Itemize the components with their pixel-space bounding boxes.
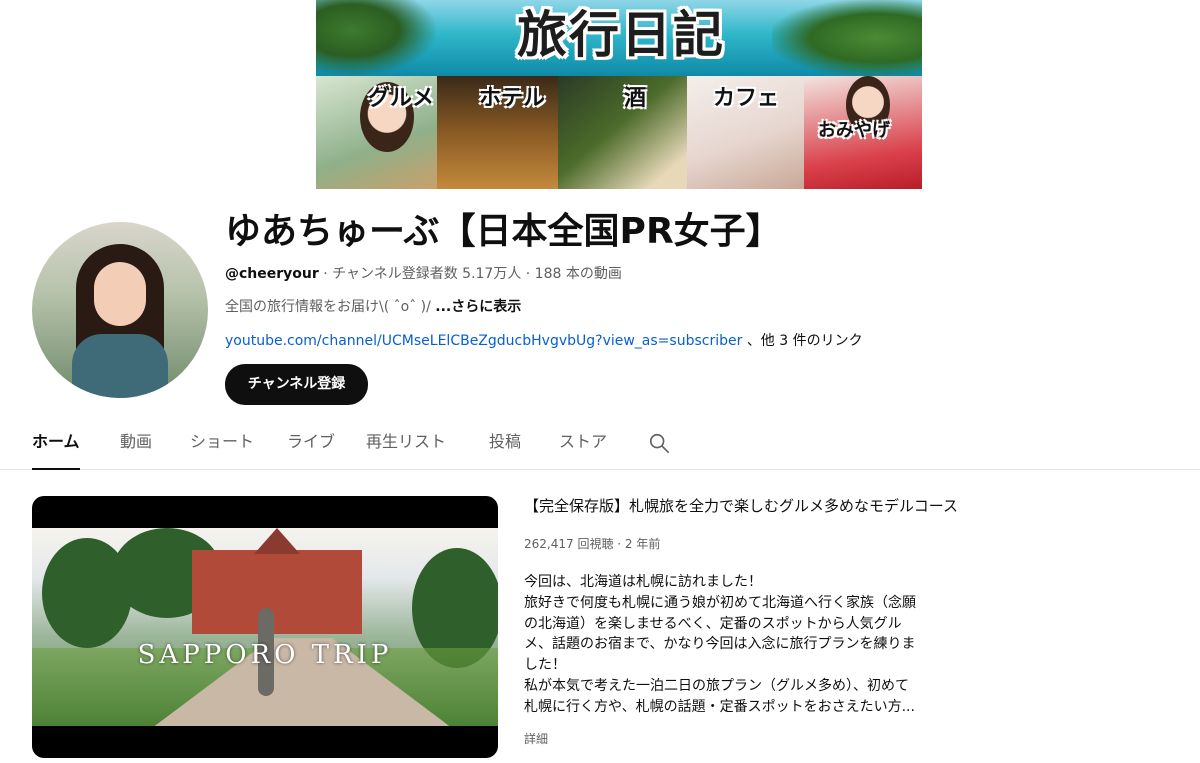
details-link[interactable]: 詳細 — [524, 730, 548, 748]
thumbnail-overlay-text: SAPPORO TRIP — [137, 640, 393, 670]
description-line: 旅好きで何度も札幌に通う娘が初めて北海道へ行く家族（念願 — [524, 594, 916, 611]
banner-panel-label: カフェ — [713, 86, 780, 111]
channel-links: youtube.com/channel/UCMseLElCBeZgducbHvg… — [225, 331, 863, 351]
description-line: した！ — [524, 657, 566, 674]
description-line: 札幌に行く方や、札幌の話題・定番スポットをおさえたい方... — [524, 698, 915, 715]
tab-home[interactable]: ホーム — [32, 420, 80, 470]
featured-video-description: 今回は、北海道は札幌に訪れました！ 旅好きで何度も札幌に通う娘が初めて北海道へ行… — [524, 572, 964, 718]
featured-video-title[interactable]: 【完全保存版】札幌旅を全力で楽しむグルメ多めなモデルコース — [524, 495, 964, 517]
banner-panel-gourmet: グルメ — [316, 76, 437, 189]
tab-videos[interactable]: 動画 — [120, 420, 152, 470]
channel-description[interactable]: 全国の旅行情報をお届け\( ˆoˆ )/ ...さらに表示 — [225, 297, 521, 317]
channel-other-links[interactable]: 、他 3 件のリンク — [747, 333, 863, 349]
featured-video-thumbnail[interactable]: SAPPORO TRIP — [32, 496, 498, 758]
tab-playlists[interactable]: 再生リスト — [366, 420, 446, 470]
channel-name: ゆあちゅーぶ【日本全国PR女子】 — [225, 211, 782, 252]
channel-meta: @cheeryour · チャンネル登録者数 5.17万人 · 188 本の動画 — [225, 264, 622, 284]
avatar-face — [94, 262, 146, 326]
description-line: 私が本気で考えた一泊二日の旅プラン（グルメ多め）、初めて — [524, 677, 909, 694]
banner-panel-label: おみやげ — [818, 120, 890, 141]
channel-avatar[interactable] — [32, 222, 208, 398]
banner-title: 旅行日記 — [517, 6, 725, 64]
thumbnail-scene: SAPPORO TRIP — [32, 528, 498, 726]
subscribe-button[interactable]: チャンネル登録 — [225, 364, 368, 405]
description-line: の北海道）を楽しませるべく、定番のスポットから人気グル — [524, 615, 902, 632]
channel-handle: @cheeryour — [225, 266, 319, 282]
avatar-outfit — [72, 334, 168, 398]
scene-building — [192, 550, 362, 634]
banner-palm-left — [316, 0, 436, 76]
banner-panel-label: 酒 — [624, 86, 647, 111]
banner-panel-cafe: カフェ — [687, 76, 804, 189]
tab-posts[interactable]: 投稿 — [489, 420, 521, 470]
search-icon[interactable] — [648, 432, 670, 454]
channel-stats: · チャンネル登録者数 5.17万人 · 188 本の動画 — [318, 266, 622, 282]
banner-panel-label: グルメ — [368, 86, 435, 111]
channel-banner: 旅行日記 グルメ ホテル 酒 カフェ おみやげ — [316, 0, 922, 189]
banner-panel-label: ホテル — [479, 86, 546, 111]
channel-link-url[interactable]: youtube.com/channel/UCMseLElCBeZgducbHvg… — [225, 333, 742, 349]
featured-video-meta: 262,417 回視聴 · 2 年前 — [524, 537, 661, 551]
banner-palm-right — [772, 0, 922, 76]
banner-photo-strip: グルメ ホテル 酒 カフェ おみやげ — [316, 76, 922, 189]
tab-live[interactable]: ライブ — [287, 420, 335, 470]
description-line: 今回は、北海道は札幌に訪れました！ — [524, 574, 762, 590]
banner-panel-souvenir: おみやげ — [804, 76, 922, 189]
tab-shorts[interactable]: ショート — [190, 420, 254, 470]
banner-panel-sake: 酒 — [558, 76, 687, 189]
channel-tabs: ホーム 動画 ショート ライブ 再生リスト 投稿 ストア — [0, 420, 1200, 470]
show-more-link[interactable]: ...さらに表示 — [435, 299, 521, 315]
channel-description-text: 全国の旅行情報をお届け\( ˆoˆ )/ — [225, 299, 436, 315]
tab-store[interactable]: ストア — [559, 420, 607, 470]
description-line: メ、話題のお宿まで、かなり今回は入念に旅行プランを練りま — [524, 636, 916, 653]
banner-panel-hotel: ホテル — [437, 76, 558, 189]
